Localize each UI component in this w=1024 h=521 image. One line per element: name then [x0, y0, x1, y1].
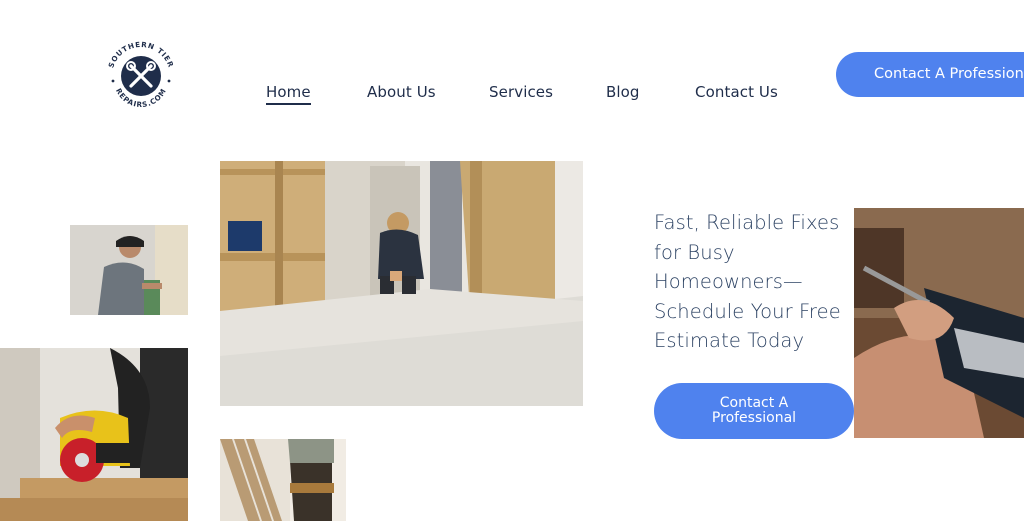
nav-services[interactable]: Services: [489, 83, 553, 101]
photo-worker-drywall: [70, 225, 188, 315]
hero-contact-button-label: Contact A Professional: [711, 395, 797, 426]
photo-drill-hands: [854, 208, 1024, 438]
nav-blog[interactable]: Blog: [606, 83, 640, 101]
hero-photo-worker-room: [220, 161, 583, 406]
nav-contact-us[interactable]: Contact Us: [695, 83, 778, 101]
nav-home[interactable]: Home: [266, 83, 311, 105]
nav-about-us[interactable]: About Us: [367, 83, 436, 101]
header-contact-button[interactable]: Contact A Profession: [836, 52, 1024, 97]
photo-circular-saw: [0, 348, 188, 521]
hero-contact-button[interactable]: Contact A Professional: [654, 383, 854, 439]
hero-headline: Fast, Reliable Fixes for Busy Homeowners…: [654, 211, 841, 352]
photo-lumber-worker: [220, 439, 346, 521]
